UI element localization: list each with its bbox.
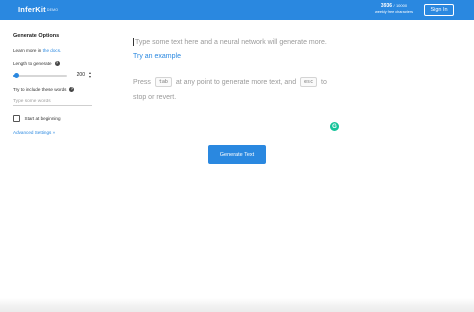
learn-more-prefix: Learn more in: [13, 48, 43, 53]
include-words-label-text: Try to include these words: [13, 87, 67, 92]
top-bar: InferKitDEMO 3936 / 10000 weekly free ch…: [0, 0, 474, 20]
length-label: Length to generate?: [13, 61, 60, 67]
demo-badge: DEMO: [46, 8, 59, 13]
hint-middle: at any point to generate more text, and: [175, 79, 297, 86]
length-slider[interactable]: [13, 73, 67, 78]
learn-more-text: Learn more in the docs.: [13, 48, 61, 53]
credits-counter: 3936 / 10000 weekly free characters: [374, 3, 414, 14]
credits-caption: weekly free characters: [375, 9, 413, 14]
hint-press: Press: [133, 79, 151, 86]
help-icon[interactable]: ?: [69, 87, 75, 93]
grammarly-icon[interactable]: G: [330, 122, 339, 131]
app-logo[interactable]: InferKitDEMO: [18, 5, 58, 14]
esc-key: esc: [300, 77, 318, 88]
length-label-text: Length to generate: [13, 61, 52, 66]
footer-divider: [0, 298, 474, 312]
try-example-link[interactable]: Try an example: [133, 53, 181, 60]
panel-title: Generate Options: [13, 33, 60, 39]
credits-separator: /: [393, 3, 395, 8]
credits-used: 3936: [380, 3, 393, 9]
start-at-beginning-option[interactable]: Start at beginning: [13, 115, 61, 122]
slider-thumb[interactable]: [14, 73, 20, 78]
include-words-label: Try to include these words?: [13, 87, 75, 93]
start-at-beginning-checkbox[interactable]: [13, 115, 20, 122]
generate-text-button[interactable]: Generate Text: [208, 145, 266, 164]
start-at-beginning-label: Start at beginning: [24, 115, 61, 121]
credits-total: 10000: [395, 3, 408, 8]
editor-placeholder: Type some text here and a neural network…: [135, 39, 327, 46]
up-down-arrows-icon[interactable]: ▲ ▼: [88, 71, 92, 79]
help-icon[interactable]: ?: [54, 61, 60, 67]
logo-text: InferKit: [18, 5, 46, 14]
advanced-settings-link[interactable]: Advanced Settings »: [13, 130, 55, 135]
length-value[interactable]: 200: [73, 72, 85, 78]
keyboard-hint: Press tab at any point to generate more …: [133, 76, 338, 105]
tab-key: tab: [154, 77, 172, 88]
sign-in-button[interactable]: Sign In: [424, 4, 454, 16]
docs-link[interactable]: the docs.: [43, 48, 62, 53]
text-caret: [133, 38, 134, 46]
include-words-input[interactable]: [13, 97, 92, 106]
